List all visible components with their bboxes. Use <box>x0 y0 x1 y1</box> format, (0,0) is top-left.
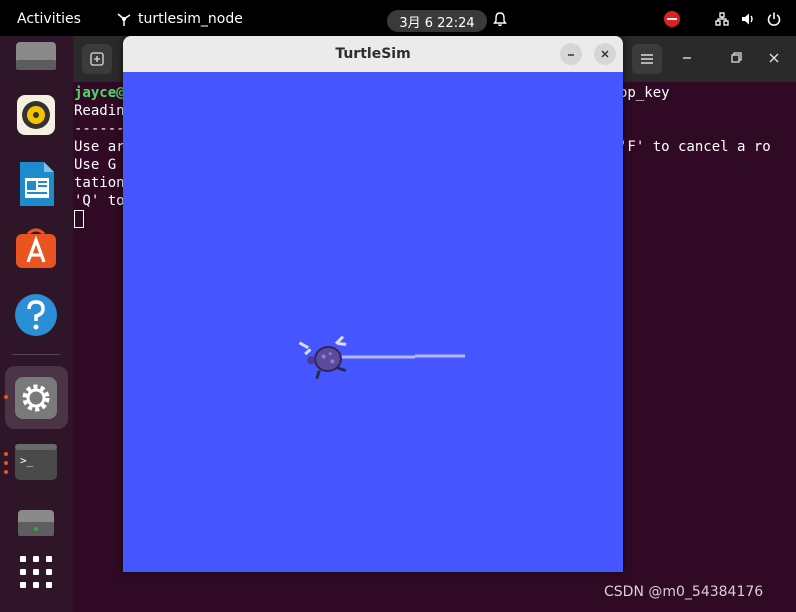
maximize-icon[interactable] <box>728 50 744 66</box>
app-grid-icon <box>20 556 52 588</box>
libreoffice-writer-icon <box>20 162 54 206</box>
running-indicator <box>4 461 8 465</box>
system-tray[interactable] <box>664 11 782 27</box>
files-icon <box>16 42 56 70</box>
running-indicator <box>4 452 8 456</box>
terminal-line: Use G <box>74 157 117 173</box>
watermark: CSDN @m0_54384176 <box>604 584 764 600</box>
network-icon[interactable] <box>714 11 730 27</box>
top-bar: Activities turtlesim_node 3月 6 22:24 <box>0 0 796 36</box>
running-indicator <box>4 395 8 399</box>
notification-bell-icon[interactable] <box>492 11 508 27</box>
dock-drive-app[interactable] <box>14 506 58 550</box>
minimize-icon[interactable] <box>679 50 695 66</box>
dock-show-apps[interactable] <box>14 550 58 594</box>
terminal-line: 'F' to cancel a ro <box>619 139 771 155</box>
turtle-canvas[interactable] <box>123 72 623 572</box>
minimize-icon <box>568 54 574 56</box>
dock-separator <box>12 354 60 355</box>
svg-text:>_: >_ <box>20 454 34 467</box>
dock-software-app[interactable] <box>14 226 58 270</box>
app-name: turtlesim_node <box>138 11 243 27</box>
dock-files-app[interactable] <box>14 42 58 86</box>
terminal-line: Use ar <box>74 139 125 155</box>
terminal-output-left: jayce@ Readin ------ Use ar Use G tation… <box>74 84 125 228</box>
dock-settings-app[interactable] <box>14 376 58 420</box>
power-icon[interactable] <box>766 11 782 27</box>
activities-button[interactable]: Activities <box>17 11 81 27</box>
do-not-disturb-icon[interactable] <box>664 11 680 27</box>
terminal-line: Readin <box>74 103 125 119</box>
close-icon[interactable] <box>766 50 782 66</box>
terminal-menu-button[interactable] <box>632 44 662 74</box>
close-button[interactable] <box>594 43 616 65</box>
pen-trail <box>339 354 465 359</box>
help-icon <box>15 294 57 336</box>
drive-icon <box>18 510 54 536</box>
turtlesim-titlebar[interactable]: TurtleSim <box>123 36 623 72</box>
terminal-line: tation <box>74 175 125 191</box>
terminal-cursor <box>74 210 84 228</box>
prompt-user: jayce@ <box>74 85 125 101</box>
music-speaker-icon <box>17 95 55 135</box>
window-title: TurtleSim <box>335 46 411 62</box>
terminal-line: op_key <box>619 85 670 101</box>
clock[interactable]: 3月 6 22:24 <box>387 10 487 32</box>
minimize-button[interactable] <box>560 43 582 65</box>
close-icon <box>601 50 609 58</box>
terminal-line: 'Q' to <box>74 193 125 209</box>
app-menu[interactable]: turtlesim_node <box>116 11 243 27</box>
dock-rhythmbox-app[interactable] <box>14 93 58 137</box>
software-store-icon <box>16 228 56 268</box>
terminal-output-right: op_key 'F' to cancel a ro <box>619 84 771 156</box>
dock: >_ <box>0 36 73 612</box>
terminal-line: ------ <box>74 121 125 137</box>
turtlesim-window[interactable]: TurtleSim <box>123 36 623 572</box>
new-tab-button[interactable] <box>82 44 112 74</box>
ros-node-icon <box>117 13 131 26</box>
dock-writer-app[interactable] <box>14 160 58 206</box>
settings-gear-icon <box>15 377 57 419</box>
dock-terminal-app[interactable]: >_ <box>14 442 58 486</box>
running-indicator <box>4 470 8 474</box>
volume-icon[interactable] <box>740 11 756 27</box>
hamburger-menu-icon <box>641 54 653 64</box>
dock-help-app[interactable] <box>14 293 58 337</box>
terminal-icon: >_ <box>15 444 57 480</box>
new-tab-icon <box>90 52 104 66</box>
